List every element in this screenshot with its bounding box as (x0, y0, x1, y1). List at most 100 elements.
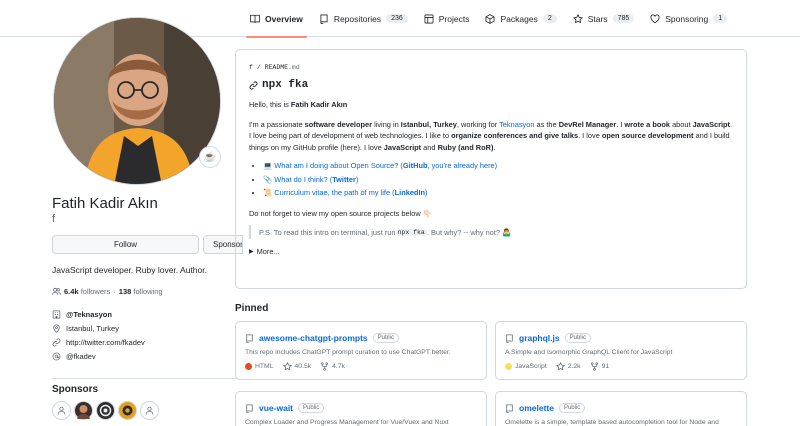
book-icon (250, 14, 260, 23)
follow-stats: 6.4k followers · 138 following (52, 287, 163, 296)
visibility-badge: Public (372, 333, 399, 343)
repo-icon (246, 333, 253, 343)
opensource-link[interactable]: What am I doing about Open Source? (GitH… (274, 161, 497, 170)
sponsor-avatar[interactable] (118, 401, 137, 420)
follow-button[interactable]: Follow (52, 235, 199, 254)
status-emoji[interactable]: ☕ (199, 146, 221, 168)
language-color-dot (245, 363, 252, 370)
repo-name-link[interactable]: vue-wait (259, 403, 293, 413)
tab-packages[interactable]: Packages 2 (477, 0, 564, 37)
repositories-counter: 236 (386, 14, 408, 23)
repo-icon (246, 403, 253, 413)
list-item: 📎 What do I think? (Twitter) (263, 173, 733, 187)
visibility-badge: Public (298, 403, 325, 413)
link-icon[interactable] (249, 81, 258, 90)
tab-label: Sponsoring (665, 13, 709, 24)
repo-description: A Simple and Isomorphic GraphQL Client f… (505, 349, 673, 356)
repo-language: HTML (255, 363, 274, 370)
readme-hello: Hello, this is Fatih Kadir Akın (249, 100, 348, 109)
readme-intro: I'm a passionate software developer livi… (249, 119, 733, 152)
website-link[interactable]: http://twitter.com/fkadev (66, 338, 145, 347)
tab-label: Packages (500, 13, 538, 24)
sponsor-avatar[interactable] (140, 401, 159, 420)
person-icon (57, 406, 66, 415)
repo-icon (506, 333, 513, 343)
repo-forks-link[interactable]: 4.7k (320, 362, 345, 371)
repo-name-link[interactable]: awesome-chatgpt-prompts (259, 333, 368, 343)
vcard-twitter: @fkadev (52, 352, 145, 361)
triangle-right-icon: ▶ (249, 249, 254, 255)
visibility-badge: Public (558, 403, 586, 413)
avatar[interactable] (53, 17, 221, 185)
readme-details-toggle[interactable]: ▶ More... (249, 247, 733, 256)
pinned-repo-card: graphql.js Public A Simple and Isomorphi… (495, 321, 747, 380)
twitter-link[interactable]: @fkadev (66, 352, 96, 361)
sponsors-list (52, 401, 159, 420)
location-icon (53, 324, 60, 333)
profile-bio: JavaScript developer. Ruby lover. Author… (52, 265, 207, 275)
sponsor-avatar[interactable] (74, 401, 93, 420)
tab-label: Projects (438, 13, 470, 24)
fork-icon (321, 362, 329, 371)
repo-icon (320, 14, 328, 24)
tab-projects[interactable]: Projects (416, 0, 478, 37)
repo-name-link[interactable]: graphql.js (519, 333, 560, 343)
inline-code: npx fka (395, 228, 427, 236)
fork-icon (590, 362, 598, 371)
tab-label: Stars (587, 13, 608, 24)
pinned-repo-card: vue-wait Public Complex Loader and Progr… (235, 391, 487, 426)
star-icon (556, 362, 565, 371)
people-icon (52, 287, 61, 295)
profile-tabs: Overview Repositories 236 Projects Packa… (242, 0, 735, 38)
vcard-details: @Teknasyon Istanbul, Turkey http://twitt… (52, 310, 145, 361)
language-color-dot (505, 363, 512, 370)
teknasyon-link[interactable]: Teknasyon (499, 120, 534, 129)
pinned-heading: Pinned (235, 303, 269, 314)
repo-stars-link[interactable]: 40.5k (282, 362, 311, 371)
tab-label: Repositories (333, 13, 382, 24)
tab-sponsoring[interactable]: Sponsoring 1 (642, 0, 735, 37)
repo-description: Complex Loader and Progress Management f… (245, 419, 449, 426)
tab-stars[interactable]: Stars 785 (565, 0, 643, 37)
repo-forks-link[interactable]: 91 (590, 362, 609, 371)
sponsor-photo (99, 404, 112, 417)
package-icon (486, 13, 495, 24)
link-icon (52, 338, 61, 347)
twitter-readme-link[interactable]: What do I think? (Twitter) (274, 175, 358, 184)
repo-description: This repo includes ChatGPT prompt curati… (245, 349, 451, 356)
table-icon (424, 14, 434, 23)
visibility-badge: Public (564, 333, 591, 343)
sponsors-heading: Sponsors (52, 384, 99, 395)
pinned-repo-card: awesome-chatgpt-prompts Public This repo… (235, 321, 487, 380)
readme-path: f / README.md (249, 64, 300, 71)
person-icon (145, 406, 154, 415)
vcard-location: Istanbul, Turkey (52, 324, 145, 333)
sponsoring-counter: 1 (713, 14, 728, 23)
following-link[interactable]: 138 following (119, 287, 163, 296)
repo-description: Omelette is a simple, template based aut… (505, 419, 719, 426)
stars-counter: 785 (612, 14, 635, 23)
star-icon (573, 13, 583, 23)
tab-label: Overview (265, 13, 303, 24)
profile-login: f (52, 213, 56, 225)
organization-link[interactable]: @Teknasyon (66, 310, 112, 319)
repo-meta: JavaScript 2.2k 91 (505, 362, 737, 371)
repo-stars-link[interactable]: 2.2k (556, 362, 581, 371)
profile-fullname: Fatih Kadir Akın (52, 195, 158, 212)
followers-link[interactable]: 6.4k followers (64, 287, 110, 296)
list-item: 💻 What am I doing about Open Source? (Gi… (263, 159, 733, 173)
repo-icon (506, 403, 513, 413)
star-icon (282, 362, 292, 371)
list-item: 📜 Curriculum vitae, the path of my life … (263, 186, 733, 200)
repo-name-link[interactable]: omelette (519, 403, 554, 413)
heart-icon (650, 14, 660, 23)
vcard-organization: @Teknasyon (52, 310, 145, 319)
readme-opensource-note: Do not forget to view my open source pro… (249, 208, 432, 218)
tab-overview[interactable]: Overview (242, 0, 311, 38)
sponsor-avatar[interactable] (96, 401, 115, 420)
vcard-website: http://twitter.com/fkadev (52, 338, 145, 347)
linkedin-link[interactable]: Curriculum vitae, the path of my life (L… (274, 188, 427, 197)
sponsor-avatar[interactable] (52, 401, 71, 420)
profile-readme: f / README.md npx fka Hello, this is Fat… (235, 49, 747, 289)
tab-repositories[interactable]: Repositories 236 (311, 0, 416, 37)
